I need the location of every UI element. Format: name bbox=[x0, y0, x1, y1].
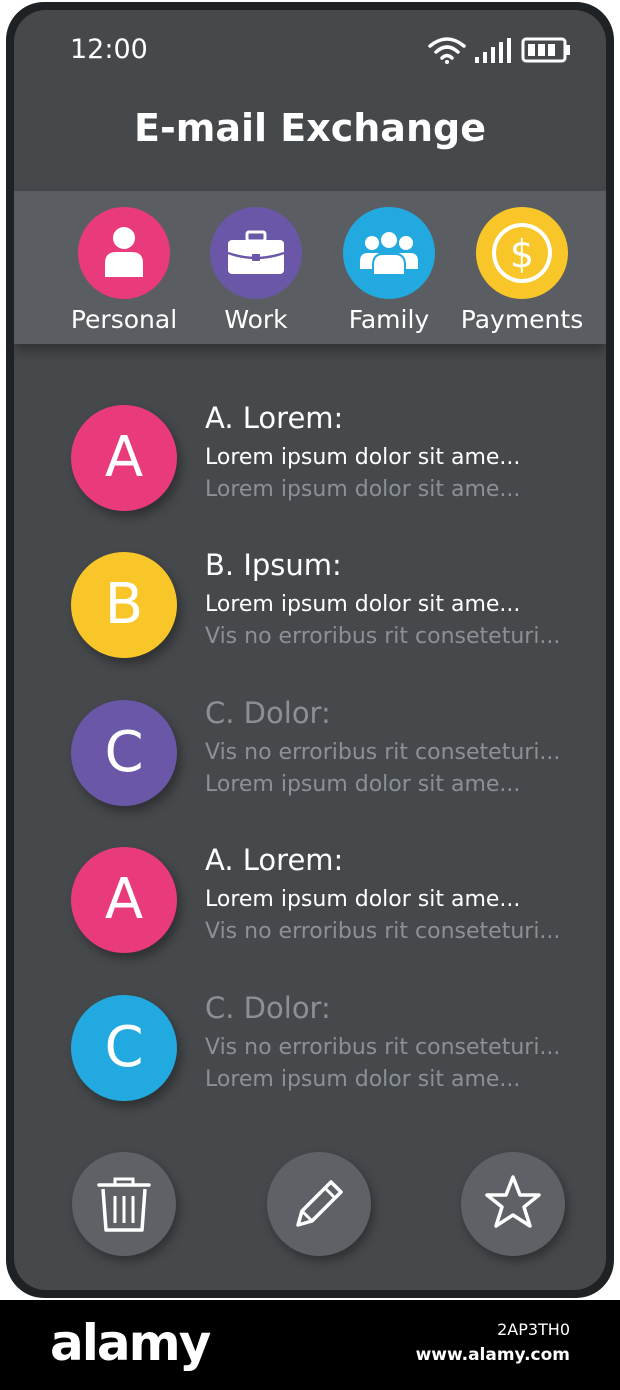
message-item[interactable]: B B. Ipsum: Lorem ipsum dolor sit ame...… bbox=[14, 548, 606, 682]
message-item[interactable]: C C. Dolor: Vis no erroribus rit consete… bbox=[14, 696, 606, 830]
briefcase-icon bbox=[210, 207, 302, 299]
category-label: Personal bbox=[70, 305, 178, 334]
dollar-icon: $ bbox=[476, 207, 568, 299]
message-preview-line: Lorem ipsum dolor sit ame... bbox=[205, 445, 521, 470]
site-url: www.alamy.com bbox=[415, 1345, 570, 1365]
avatar: B bbox=[71, 552, 177, 658]
status-time: 12:00 bbox=[70, 34, 148, 65]
pencil-icon bbox=[296, 1180, 343, 1227]
message-preview-line: Vis no erroribus rit conseteturi... bbox=[205, 740, 561, 765]
category-personal[interactable]: Personal bbox=[54, 207, 194, 334]
favorite-button[interactable] bbox=[461, 1152, 565, 1256]
person-icon bbox=[78, 207, 170, 299]
category-label: Family bbox=[348, 305, 430, 334]
message-preview-line: Lorem ipsum dolor sit ame... bbox=[205, 772, 521, 797]
message-sender: C. Dolor: bbox=[205, 991, 331, 1025]
avatar: C bbox=[71, 700, 177, 806]
signal-icon bbox=[474, 38, 512, 68]
message-preview-line: Vis no erroribus rit conseteturi... bbox=[205, 919, 561, 944]
avatar: C bbox=[71, 995, 177, 1101]
message-preview-line: Lorem ipsum dolor sit ame... bbox=[205, 887, 521, 912]
category-bar: Personal Work Family $ Payments bbox=[14, 191, 606, 344]
message-preview-line: Vis no erroribus rit conseteturi... bbox=[205, 624, 561, 649]
compose-button[interactable] bbox=[267, 1152, 371, 1256]
watermark-footer: alamy 2AP3TH0 www.alamy.com bbox=[0, 1300, 620, 1390]
category-family[interactable]: Family bbox=[319, 207, 459, 334]
message-item[interactable]: A A. Lorem: Lorem ipsum dolor sit ame...… bbox=[14, 401, 606, 535]
message-sender: A. Lorem: bbox=[205, 401, 344, 435]
trash-icon bbox=[97, 1177, 151, 1232]
phone-frame: 12:00 E-mail Exchange Personal Work Fami… bbox=[6, 2, 614, 1298]
group-icon bbox=[343, 207, 435, 299]
message-sender: A. Lorem: bbox=[205, 843, 344, 877]
message-preview-line: Lorem ipsum dolor sit ame... bbox=[205, 477, 521, 502]
message-preview-line: Lorem ipsum dolor sit ame... bbox=[205, 592, 521, 617]
wifi-icon bbox=[427, 36, 467, 68]
avatar: A bbox=[71, 405, 177, 511]
app-screen: 12:00 E-mail Exchange Personal Work Fami… bbox=[14, 10, 606, 1290]
delete-button[interactable] bbox=[72, 1152, 176, 1256]
message-item[interactable]: C C. Dolor: Vis no erroribus rit consete… bbox=[14, 991, 606, 1125]
message-preview-line: Lorem ipsum dolor sit ame... bbox=[205, 1067, 521, 1092]
star-icon bbox=[485, 1175, 541, 1228]
image-id-block: 2AP3TH0 www.alamy.com bbox=[416, 1320, 570, 1365]
status-bar: 12:00 bbox=[14, 10, 606, 90]
category-payments[interactable]: $ Payments bbox=[452, 207, 592, 334]
battery-icon bbox=[521, 37, 571, 67]
message-item[interactable]: A A. Lorem: Lorem ipsum dolor sit ame...… bbox=[14, 843, 606, 977]
category-label: Work bbox=[224, 305, 288, 334]
message-sender: C. Dolor: bbox=[205, 696, 331, 730]
category-label: Payments bbox=[460, 305, 584, 334]
message-sender: B. Ipsum: bbox=[205, 548, 342, 582]
page-title: E-mail Exchange bbox=[134, 106, 486, 150]
category-work[interactable]: Work bbox=[186, 207, 326, 334]
avatar: A bbox=[71, 847, 177, 953]
message-preview-line: Vis no erroribus rit conseteturi... bbox=[205, 1035, 561, 1060]
svg-text:$: $ bbox=[510, 232, 534, 276]
alamy-logo: alamy bbox=[50, 1314, 211, 1372]
image-id: 2AP3TH0 bbox=[497, 1320, 570, 1339]
